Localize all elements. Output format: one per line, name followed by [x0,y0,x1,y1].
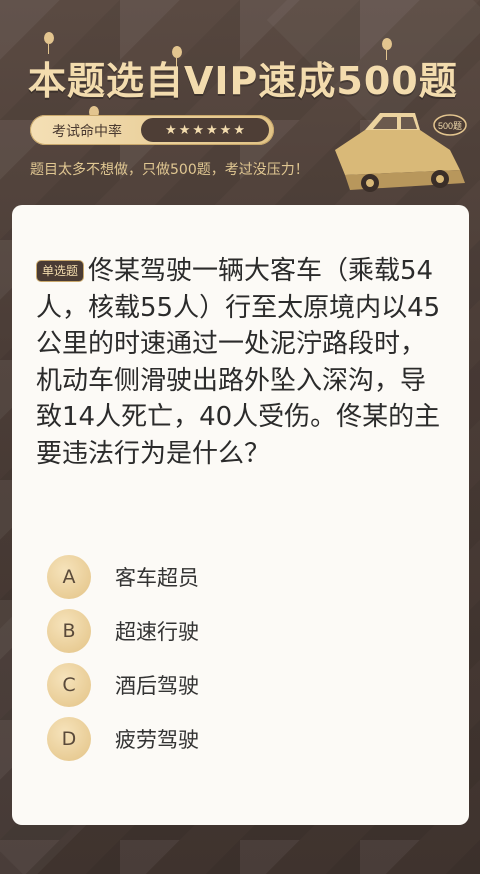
star-icon: ★ [233,122,245,138]
question-type-tag: 单选题 [36,260,85,282]
vip-banner[interactable]: 本题选自VIP速成500题 考试命中率 ★ ★ ★ ★ ★ ★ 题目太多不想做，… [0,0,480,205]
option-b[interactable]: B 超速行驶 [47,604,447,658]
star-icon: ★ [178,122,191,138]
balloon-icon [382,38,392,60]
hit-rate-label: 考试命中率 [52,124,122,140]
question-card: 单选题 佟某驾驶一辆大客车（乘载54人，核载55人）行至太原境内以45公里的时速通… [12,205,469,825]
balloon-icon [44,32,54,54]
option-a[interactable]: A 客车超员 [47,550,447,604]
option-letter: D [47,717,91,761]
star-icon: ★ [219,122,232,138]
options-list: A 客车超员 B 超速行驶 C 酒后驾驶 D 疲劳驾驶 [47,550,447,766]
car-icon: 500题 [335,113,467,192]
option-c[interactable]: C 酒后驾驶 [47,658,447,712]
star-icon: ★ [192,122,204,138]
option-text: 酒后驾驶 [115,674,199,698]
option-d[interactable]: D 疲劳驾驶 [47,712,447,766]
question-text: 佟某驾驶一辆大客车（乘载54人，核载55人）行至太原境内以45公里的时速通过一处… [36,256,441,469]
option-letter: C [47,663,91,707]
option-text: 疲劳驾驶 [115,728,199,752]
option-letter: B [47,609,91,653]
option-text: 客车超员 [115,566,199,590]
hit-rate-stars: ★ ★ ★ ★ ★ ★ [141,118,269,142]
banner-subtitle: 题目太多不想做，只做500题，考过没压力！ [30,162,309,178]
option-text: 超速行驶 [115,620,199,644]
option-letter: A [47,555,91,599]
star-icon: ★ [206,122,218,138]
car-badge-label: 500题 [438,121,462,131]
question-text-block: 单选题 佟某驾驶一辆大客车（乘载54人，核载55人）行至太原境内以45公里的时速通… [36,253,446,472]
star-icon: ★ [165,122,177,138]
hit-rate-bar: 考试命中率 ★ ★ ★ ★ ★ ★ [30,115,274,145]
